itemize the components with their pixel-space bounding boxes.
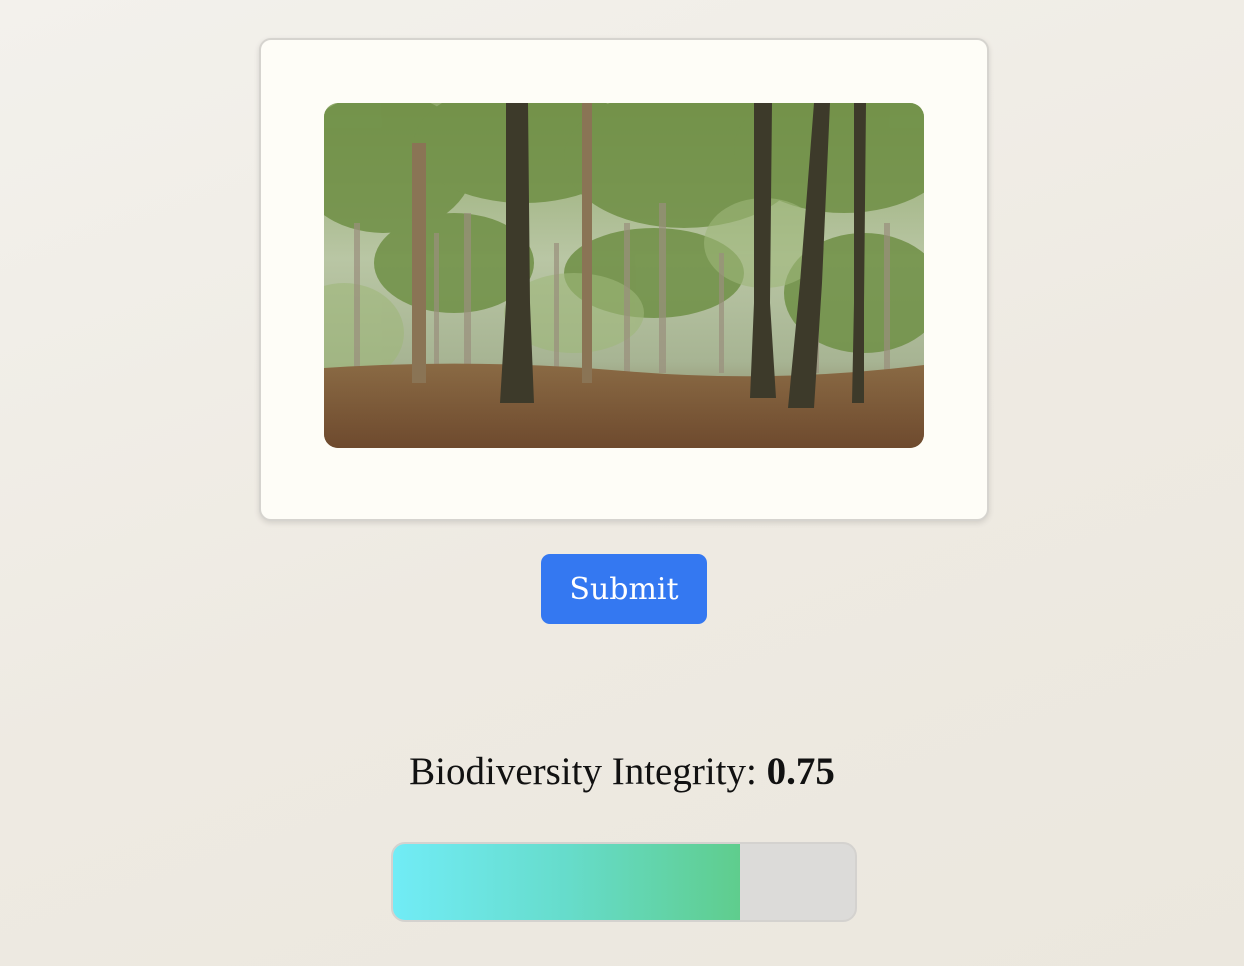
result-value: 0.75 <box>766 750 835 793</box>
image-card <box>259 38 989 521</box>
forest-image-graphic <box>324 103 924 448</box>
submit-button[interactable]: Submit <box>541 554 707 624</box>
forest-image <box>324 103 924 448</box>
progress-fill <box>393 844 740 920</box>
biodiversity-progress-bar <box>391 842 857 922</box>
biodiversity-result: Biodiversity Integrity: 0.75 <box>0 746 1244 798</box>
result-label: Biodiversity Integrity: <box>409 750 767 793</box>
